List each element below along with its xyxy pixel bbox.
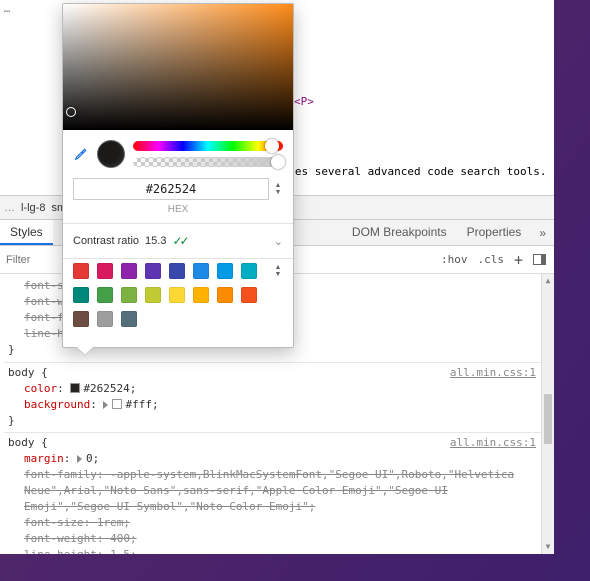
css-rule: all.min.css:1 body { margin: 0; font-fam…	[4, 432, 554, 554]
css-prop[interactable]: font-weight: 400;	[8, 531, 550, 547]
alpha-thumb[interactable]	[271, 155, 285, 169]
css-prop[interactable]: background: #fff;	[8, 397, 550, 413]
css-prop[interactable]: font-size: 1rem;	[8, 515, 550, 531]
hov-button[interactable]: :hov	[441, 253, 468, 266]
sidebar-toggle-icon[interactable]	[533, 254, 546, 265]
color-swatch-icon[interactable]	[112, 399, 122, 409]
palette-swatch[interactable]	[73, 287, 89, 303]
palette-swatch[interactable]	[73, 311, 89, 327]
gutter-ellipsis: …	[0, 2, 14, 15]
tab-properties[interactable]: Properties	[457, 220, 532, 245]
source-link[interactable]: all.min.css:1	[450, 435, 536, 451]
hex-input[interactable]	[73, 178, 269, 200]
palette-swatch[interactable]	[97, 263, 113, 279]
css-rule: all.min.css:1 body { color: #262524; bac…	[4, 362, 554, 433]
css-prop[interactable]: margin: 0;	[8, 451, 550, 467]
contrast-row[interactable]: Contrast ratio 15.3 ✓✓ ⌄	[63, 224, 293, 258]
palette-swatch[interactable]	[145, 287, 161, 303]
palette-swatch[interactable]	[193, 263, 209, 279]
color-picker-popover: ▲▼ HEX Contrast ratio 15.3 ✓✓ ⌄ ▲▼	[62, 3, 294, 348]
palette-swatch[interactable]	[241, 263, 257, 279]
palette-swatch[interactable]	[97, 287, 113, 303]
devtools-window: … ▸<P>…</P> == $0 <P> Today's post intro…	[0, 0, 554, 554]
breadcrumb-overflow-left[interactable]: …	[4, 202, 15, 214]
hue-thumb[interactable]	[265, 139, 279, 153]
palette-row	[73, 311, 283, 327]
palette-swatch[interactable]	[193, 287, 209, 303]
contrast-score: 15.3	[145, 235, 166, 247]
source-link[interactable]: all.min.css:1	[450, 365, 536, 381]
palette-row	[73, 287, 283, 303]
eyedropper-icon[interactable]	[73, 146, 89, 162]
scrollbar[interactable]: ▲ ▼	[541, 274, 554, 554]
palette-switch-icon[interactable]: ▲▼	[273, 264, 283, 278]
current-color-swatch[interactable]	[97, 140, 125, 168]
tabs-overflow-icon[interactable]: »	[531, 220, 554, 245]
color-format-label: HEX	[63, 202, 293, 223]
palette: ▲▼	[63, 259, 293, 347]
expand-icon[interactable]	[103, 401, 108, 409]
css-prop[interactable]: color: #262524;	[8, 381, 550, 397]
css-prop[interactable]: font-family: -apple-system,BlinkMacSyste…	[8, 467, 550, 515]
format-switch-icon[interactable]: ▲▼	[273, 182, 283, 196]
palette-swatch[interactable]	[121, 311, 137, 327]
dom-p-open[interactable]: <P>	[294, 95, 314, 108]
tab-dom-breakpoints[interactable]: DOM Breakpoints	[342, 220, 457, 245]
palette-swatch[interactable]	[97, 311, 113, 327]
scroll-up-icon[interactable]: ▲	[542, 274, 554, 288]
palette-swatch[interactable]	[121, 287, 137, 303]
palette-swatch[interactable]	[241, 287, 257, 303]
sv-cursor[interactable]	[66, 107, 76, 117]
scroll-down-icon[interactable]: ▼	[542, 540, 554, 554]
palette-row: ▲▼	[73, 263, 283, 279]
palette-swatch[interactable]	[145, 263, 161, 279]
palette-swatch[interactable]	[169, 287, 185, 303]
cls-button[interactable]: .cls	[477, 253, 504, 266]
color-swatch-icon[interactable]	[70, 383, 80, 393]
alpha-slider[interactable]	[133, 157, 283, 167]
rule-close: }	[8, 413, 550, 429]
saturation-value-area[interactable]	[63, 4, 293, 130]
tab-styles[interactable]: Styles	[0, 220, 53, 245]
palette-swatch[interactable]	[217, 263, 233, 279]
new-rule-button[interactable]: +	[514, 255, 523, 265]
palette-swatch[interactable]	[73, 263, 89, 279]
contrast-pass-icon: ✓✓	[172, 234, 186, 248]
contrast-label: Contrast ratio	[73, 235, 139, 247]
expand-icon[interactable]	[77, 455, 82, 463]
palette-swatch[interactable]	[169, 263, 185, 279]
scroll-thumb[interactable]	[544, 394, 552, 444]
css-prop[interactable]: line-height: 1.5;	[8, 547, 550, 554]
palette-swatch[interactable]	[121, 263, 137, 279]
breadcrumb-item[interactable]: l-lg-8	[21, 202, 45, 214]
palette-swatch[interactable]	[217, 287, 233, 303]
hue-slider[interactable]	[133, 141, 283, 151]
chevron-down-icon[interactable]: ⌄	[274, 235, 283, 248]
